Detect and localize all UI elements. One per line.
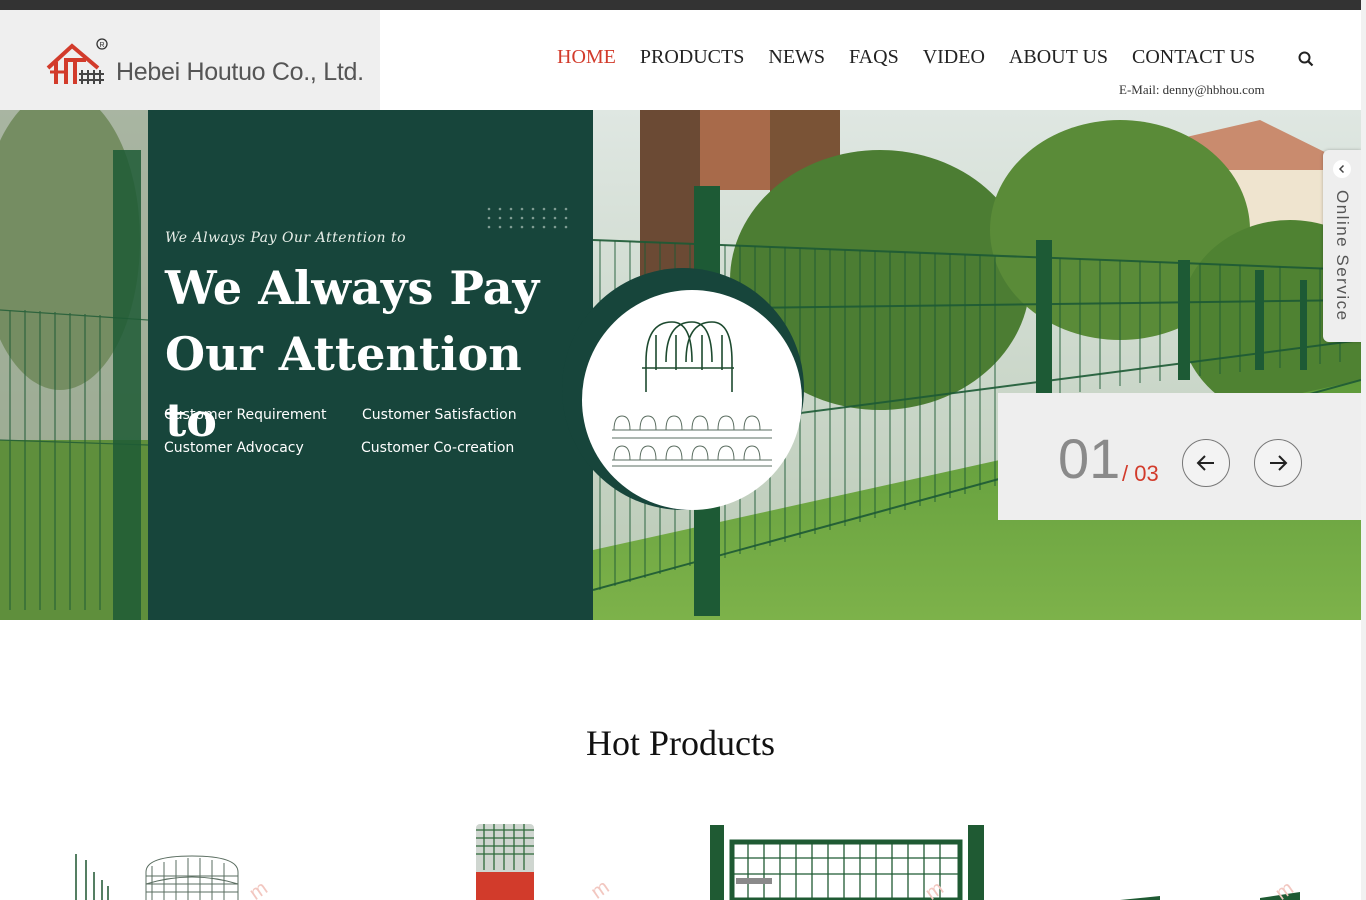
product-image-fence-gate: m [710, 825, 984, 900]
feature-customer-requirement: Customer Requirement [164, 407, 327, 423]
feature-customer-advocacy: Customer Advocacy [164, 440, 304, 456]
feature-customer-satisfaction: Customer Satisfaction [362, 407, 517, 423]
slide-current: 01 [1058, 427, 1121, 490]
logo-house-icon: R [46, 38, 108, 84]
feature-customer-co-creation: Customer Co-creation [361, 440, 515, 456]
product-image-fence-panel: m [1120, 877, 1300, 900]
next-slide-button[interactable] [1254, 439, 1302, 487]
product-image-wire-roll: m [476, 824, 613, 900]
online-service-label: Online Service [1333, 190, 1352, 322]
nav-products[interactable]: PRODUCTS [640, 46, 744, 69]
hero-title: We Always Pay Our Attention to [165, 261, 540, 447]
online-service-toggle[interactable] [1333, 160, 1351, 178]
nav-video[interactable]: VIDEO [923, 46, 985, 69]
garden-border-fence-image [612, 321, 772, 467]
hero-script-line: We Always Pay Our Attention to [165, 230, 407, 246]
svg-text:m: m [921, 877, 947, 900]
svg-text:R: R [100, 42, 105, 49]
svg-text:m: m [245, 877, 271, 900]
arrow-left-icon [1196, 455, 1214, 471]
hot-products-title: Hot Products [586, 723, 775, 763]
search-icon[interactable] [1297, 50, 1315, 68]
product-circle-image [582, 290, 802, 510]
product-card[interactable]: m [440, 800, 640, 900]
hero-banner: We Always Pay Our Attention to We Always… [0, 110, 1361, 620]
contact-email[interactable]: E-Mail: denny@hbhou.com [1119, 82, 1265, 98]
nav-faqs[interactable]: FAQS [849, 46, 899, 69]
product-image-garden-fence: m [75, 854, 272, 900]
top-strip [0, 0, 1366, 10]
page-scrollbar[interactable] [1361, 0, 1366, 900]
product-card[interactable]: m [1100, 800, 1320, 900]
main-nav: HOME PRODUCTS NEWS FAQS VIDEO ABOUT US C… [545, 46, 1267, 69]
nav-about-us[interactable]: ABOUT US [1009, 46, 1108, 69]
chevron-left-icon [1338, 164, 1345, 174]
prev-slide-button[interactable] [1182, 439, 1230, 487]
svg-text:m: m [587, 876, 613, 900]
nav-contact-us[interactable]: CONTACT US [1132, 46, 1255, 69]
slide-counter: 01 / 03 [998, 393, 1361, 520]
nav-home[interactable]: HOME [557, 46, 616, 69]
product-card[interactable]: m [60, 800, 290, 900]
arrow-right-icon [1270, 455, 1288, 471]
decorative-dots [487, 207, 568, 229]
company-name: Hebei Houtuo Co., Ltd. [116, 58, 364, 86]
logo[interactable]: R Hebei Houtuo Co., Ltd. [0, 10, 380, 110]
site-header: R Hebei Houtuo Co., Ltd. HOME PRODUCTS N… [0, 10, 1366, 110]
nav-news[interactable]: NEWS [768, 46, 825, 69]
product-card[interactable]: m [700, 800, 1030, 900]
product-circle [562, 268, 804, 510]
slide-total: / 03 [1122, 461, 1159, 486]
online-service-tab[interactable]: Online Service [1323, 150, 1361, 342]
